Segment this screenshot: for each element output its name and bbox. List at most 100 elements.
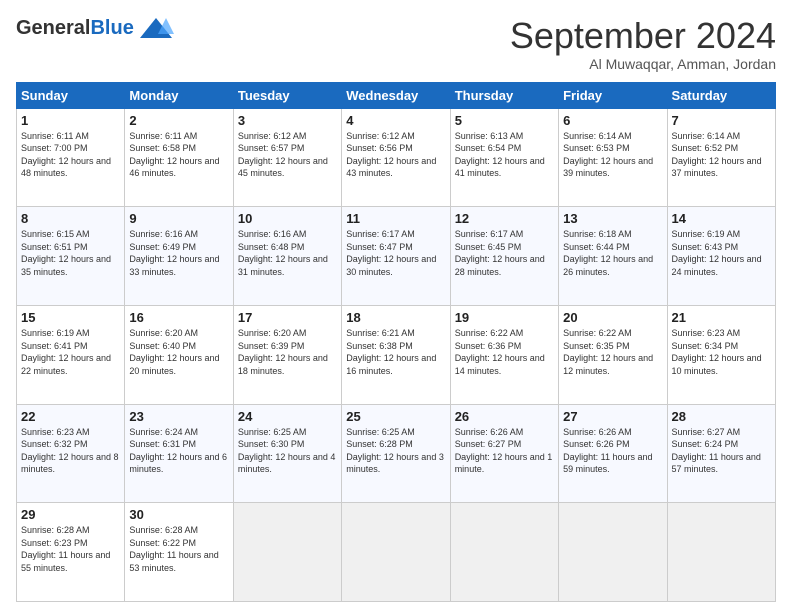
table-row: 29 Sunrise: 6:28 AMSunset: 6:23 PMDayligh…	[17, 503, 125, 602]
table-row: 9 Sunrise: 6:16 AMSunset: 6:49 PMDaylight…	[125, 207, 233, 306]
cell-details: Sunrise: 6:22 AMSunset: 6:36 PMDaylight:…	[455, 327, 554, 377]
table-row: 7 Sunrise: 6:14 AMSunset: 6:52 PMDaylight…	[667, 108, 775, 207]
table-row: 6 Sunrise: 6:14 AMSunset: 6:53 PMDaylight…	[559, 108, 667, 207]
cell-details: Sunrise: 6:17 AMSunset: 6:47 PMDaylight:…	[346, 228, 445, 278]
table-row: 5 Sunrise: 6:13 AMSunset: 6:54 PMDaylight…	[450, 108, 558, 207]
day-number: 13	[563, 211, 662, 226]
cell-details: Sunrise: 6:11 AMSunset: 7:00 PMDaylight:…	[21, 130, 120, 180]
month-title: September 2024	[510, 16, 776, 56]
day-number: 10	[238, 211, 337, 226]
table-row: 10Sunrise: 6:16 AMSunset: 6:48 PMDayligh…	[233, 207, 341, 306]
day-number: 5	[455, 113, 554, 128]
col-header-tuesday: Tuesday	[233, 82, 341, 108]
day-number: 23	[129, 409, 228, 424]
day-number: 16	[129, 310, 228, 325]
cell-details: Sunrise: 6:26 AMSunset: 6:26 PMDaylight:…	[563, 426, 662, 476]
cell-details: Sunrise: 6:22 AMSunset: 6:35 PMDaylight:…	[563, 327, 662, 377]
col-header-wednesday: Wednesday	[342, 82, 450, 108]
day-number: 26	[455, 409, 554, 424]
day-number: 30	[129, 507, 228, 522]
table-row: 1Sunrise: 6:11 AMSunset: 7:00 PMDaylight…	[17, 108, 125, 207]
table-row: 13 Sunrise: 6:18 AMSunset: 6:44 PMDayligh…	[559, 207, 667, 306]
cell-details: Sunrise: 6:19 AMSunset: 6:41 PMDaylight:…	[21, 327, 120, 377]
table-row: 17 Sunrise: 6:20 AMSunset: 6:39 PMDayligh…	[233, 305, 341, 404]
cell-details: Sunrise: 6:14 AMSunset: 6:53 PMDaylight:…	[563, 130, 662, 180]
logo-general: General	[16, 17, 90, 39]
table-row: 25 Sunrise: 6:25 AMSunset: 6:28 PMDayligh…	[342, 404, 450, 503]
table-row: 14 Sunrise: 6:19 AMSunset: 6:43 PMDayligh…	[667, 207, 775, 306]
col-header-monday: Monday	[125, 82, 233, 108]
day-number: 18	[346, 310, 445, 325]
cell-details: Sunrise: 6:23 AMSunset: 6:34 PMDaylight:…	[672, 327, 771, 377]
day-number: 29	[21, 507, 120, 522]
day-number: 8	[21, 211, 120, 226]
table-row	[450, 503, 558, 602]
table-row: 4 Sunrise: 6:12 AMSunset: 6:56 PMDaylight…	[342, 108, 450, 207]
day-number: 25	[346, 409, 445, 424]
day-number: 15	[21, 310, 120, 325]
table-row: 28 Sunrise: 6:27 AMSunset: 6:24 PMDayligh…	[667, 404, 775, 503]
cell-details: Sunrise: 6:17 AMSunset: 6:45 PMDaylight:…	[455, 228, 554, 278]
page-header: GeneralBlue September 2024 Al Muwaqqar, …	[16, 16, 776, 72]
logo-blue: Blue	[90, 17, 133, 39]
cell-details: Sunrise: 6:27 AMSunset: 6:24 PMDaylight:…	[672, 426, 771, 476]
day-number: 9	[129, 211, 228, 226]
cell-details: Sunrise: 6:25 AMSunset: 6:28 PMDaylight:…	[346, 426, 445, 476]
table-row: 27 Sunrise: 6:26 AMSunset: 6:26 PMDayligh…	[559, 404, 667, 503]
table-row	[559, 503, 667, 602]
day-number: 2	[129, 113, 228, 128]
table-row: 23 Sunrise: 6:24 AMSunset: 6:31 PMDayligh…	[125, 404, 233, 503]
day-number: 3	[238, 113, 337, 128]
day-number: 27	[563, 409, 662, 424]
day-number: 19	[455, 310, 554, 325]
day-number: 17	[238, 310, 337, 325]
title-block: September 2024 Al Muwaqqar, Amman, Jorda…	[510, 16, 776, 72]
cell-details: Sunrise: 6:18 AMSunset: 6:44 PMDaylight:…	[563, 228, 662, 278]
cell-details: Sunrise: 6:12 AMSunset: 6:56 PMDaylight:…	[346, 130, 445, 180]
calendar-table: SundayMondayTuesdayWednesdayThursdayFrid…	[16, 82, 776, 602]
day-number: 28	[672, 409, 771, 424]
day-number: 20	[563, 310, 662, 325]
table-row: 24 Sunrise: 6:25 AMSunset: 6:30 PMDayligh…	[233, 404, 341, 503]
table-row	[667, 503, 775, 602]
cell-details: Sunrise: 6:12 AMSunset: 6:57 PMDaylight:…	[238, 130, 337, 180]
table-row: 8Sunrise: 6:15 AMSunset: 6:51 PMDaylight…	[17, 207, 125, 306]
cell-details: Sunrise: 6:28 AMSunset: 6:22 PMDaylight:…	[129, 524, 228, 574]
cell-details: Sunrise: 6:14 AMSunset: 6:52 PMDaylight:…	[672, 130, 771, 180]
table-row: 3 Sunrise: 6:12 AMSunset: 6:57 PMDaylight…	[233, 108, 341, 207]
table-row: 30 Sunrise: 6:28 AMSunset: 6:22 PMDayligh…	[125, 503, 233, 602]
day-number: 7	[672, 113, 771, 128]
logo-icon	[138, 16, 174, 40]
day-number: 21	[672, 310, 771, 325]
table-row: 26 Sunrise: 6:26 AMSunset: 6:27 PMDayligh…	[450, 404, 558, 503]
day-number: 22	[21, 409, 120, 424]
cell-details: Sunrise: 6:25 AMSunset: 6:30 PMDaylight:…	[238, 426, 337, 476]
table-row: 12 Sunrise: 6:17 AMSunset: 6:45 PMDayligh…	[450, 207, 558, 306]
cell-details: Sunrise: 6:21 AMSunset: 6:38 PMDaylight:…	[346, 327, 445, 377]
location: Al Muwaqqar, Amman, Jordan	[510, 56, 776, 72]
table-row: 15 Sunrise: 6:19 AMSunset: 6:41 PMDayligh…	[17, 305, 125, 404]
table-row	[233, 503, 341, 602]
day-number: 24	[238, 409, 337, 424]
cell-details: Sunrise: 6:20 AMSunset: 6:40 PMDaylight:…	[129, 327, 228, 377]
table-row: 16 Sunrise: 6:20 AMSunset: 6:40 PMDayligh…	[125, 305, 233, 404]
day-number: 14	[672, 211, 771, 226]
col-header-thursday: Thursday	[450, 82, 558, 108]
day-number: 4	[346, 113, 445, 128]
table-row: 18 Sunrise: 6:21 AMSunset: 6:38 PMDayligh…	[342, 305, 450, 404]
cell-details: Sunrise: 6:20 AMSunset: 6:39 PMDaylight:…	[238, 327, 337, 377]
day-number: 11	[346, 211, 445, 226]
cell-details: Sunrise: 6:11 AMSunset: 6:58 PMDaylight:…	[129, 130, 228, 180]
table-row: 19 Sunrise: 6:22 AMSunset: 6:36 PMDayligh…	[450, 305, 558, 404]
table-row: 22Sunrise: 6:23 AMSunset: 6:32 PMDayligh…	[17, 404, 125, 503]
cell-details: Sunrise: 6:24 AMSunset: 6:31 PMDaylight:…	[129, 426, 228, 476]
table-row	[342, 503, 450, 602]
table-row: 11 Sunrise: 6:17 AMSunset: 6:47 PMDayligh…	[342, 207, 450, 306]
cell-details: Sunrise: 6:16 AMSunset: 6:49 PMDaylight:…	[129, 228, 228, 278]
cell-details: Sunrise: 6:19 AMSunset: 6:43 PMDaylight:…	[672, 228, 771, 278]
day-number: 6	[563, 113, 662, 128]
day-number: 12	[455, 211, 554, 226]
cell-details: Sunrise: 6:13 AMSunset: 6:54 PMDaylight:…	[455, 130, 554, 180]
cell-details: Sunrise: 6:28 AMSunset: 6:23 PMDaylight:…	[21, 524, 120, 574]
cell-details: Sunrise: 6:26 AMSunset: 6:27 PMDaylight:…	[455, 426, 554, 476]
